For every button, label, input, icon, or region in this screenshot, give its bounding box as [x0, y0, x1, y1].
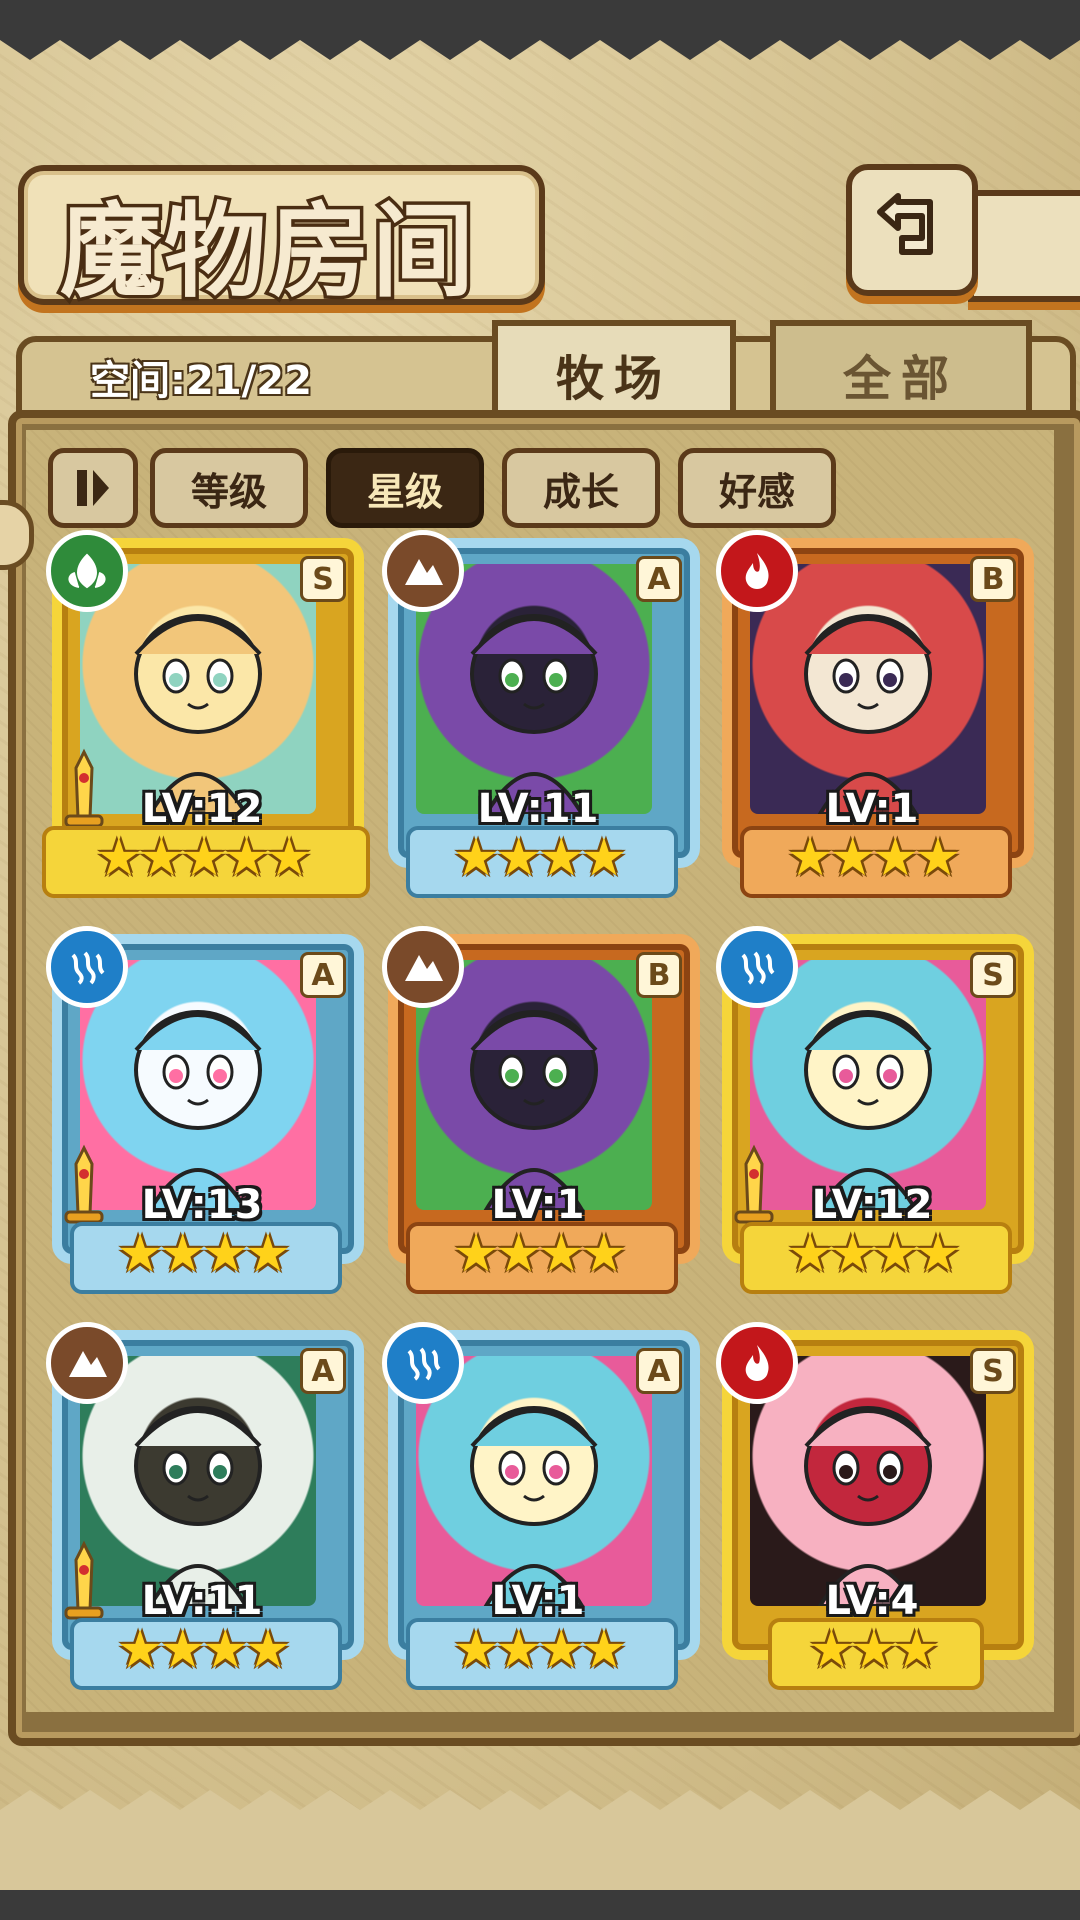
- rank-badge: A: [300, 1348, 346, 1394]
- star-rating: ★★★★: [116, 1224, 291, 1284]
- tab-all[interactable]: 全部: [770, 320, 1032, 422]
- rank-badge: A: [636, 1348, 682, 1394]
- monster-level: LV:4: [825, 1578, 919, 1624]
- portrait-figure: [134, 614, 262, 814]
- tab-ranch[interactable]: 牧场: [492, 320, 736, 422]
- portrait-figure: [804, 1010, 932, 1210]
- portrait-figure: [470, 1010, 598, 1210]
- rank-badge: S: [300, 556, 346, 602]
- back-button[interactable]: [846, 164, 978, 296]
- rank-badge: S: [970, 952, 1016, 998]
- page-title: 魔物房间: [57, 189, 478, 316]
- monster-card[interactable]: A LV:1 ★★★★: [382, 1322, 700, 1690]
- star-rating: ★★★★: [786, 828, 961, 888]
- nature-element-icon: [46, 530, 128, 612]
- monster-card[interactable]: B LV:1 ★★★★: [382, 926, 700, 1294]
- monster-portrait: [416, 960, 652, 1210]
- sort-growth-button[interactable]: 成长: [502, 448, 660, 528]
- storage-count: 空间:21/22: [90, 358, 312, 404]
- water-element-icon: [46, 926, 128, 1008]
- monster-card[interactable]: S LV:12 ★★★★★: [42, 530, 370, 898]
- monster-level: LV:11: [477, 786, 599, 832]
- monster-portrait: [80, 564, 316, 814]
- portrait-figure: [470, 1406, 598, 1606]
- back-arrow-icon: [877, 193, 933, 255]
- rank-badge: B: [970, 556, 1016, 602]
- monster-portrait: [750, 960, 986, 1210]
- portrait-figure: [804, 614, 932, 814]
- monster-portrait: [750, 564, 986, 814]
- sort-affection-button[interactable]: 好感: [678, 448, 836, 528]
- star-rating: ★★★★: [452, 1620, 627, 1680]
- monster-card[interactable]: A LV:13 ★★★★: [46, 926, 364, 1294]
- star-rating: ★★★★: [452, 828, 627, 888]
- sort-order-toggle[interactable]: [48, 448, 138, 528]
- monster-level: LV:1: [491, 1182, 585, 1228]
- portrait-figure: [134, 1010, 262, 1210]
- earth-element-icon: [382, 530, 464, 612]
- star-rating: ★★★: [808, 1620, 940, 1680]
- monster-card[interactable]: S LV:12 ★★★★: [716, 926, 1034, 1294]
- pause-toggle-icon: [77, 470, 109, 506]
- monster-card[interactable]: B LV:1 ★★★★: [716, 530, 1034, 898]
- star-rating: ★★★★: [452, 1224, 627, 1284]
- sort-star-button[interactable]: 星级: [326, 448, 484, 528]
- monster-portrait: [750, 1356, 986, 1606]
- monster-level: LV:1: [491, 1578, 585, 1624]
- bottom-zigzag-border: [0, 1790, 1080, 1920]
- monster-portrait: [416, 1356, 652, 1606]
- portrait-figure: [134, 1406, 262, 1606]
- portrait-figure: [804, 1406, 932, 1606]
- star-rating: ★★★★: [786, 1224, 961, 1284]
- monster-card[interactable]: A LV:11 ★★★★: [46, 1322, 364, 1690]
- water-element-icon: [382, 1322, 464, 1404]
- rank-badge: B: [636, 952, 682, 998]
- portrait-figure: [470, 614, 598, 814]
- rank-badge: A: [300, 952, 346, 998]
- monster-card[interactable]: A LV:11 ★★★★: [382, 530, 700, 898]
- top-zigzag-border: [0, 0, 1080, 60]
- monster-portrait: [80, 960, 316, 1210]
- monster-portrait: [416, 564, 652, 814]
- monster-level: LV:12: [141, 786, 263, 832]
- back-button-rail: [968, 190, 1080, 302]
- monster-card[interactable]: S LV:4 ★★★: [716, 1322, 1034, 1690]
- rank-badge: A: [636, 556, 682, 602]
- earth-element-icon: [46, 1322, 128, 1404]
- monster-level: LV:11: [141, 1578, 263, 1624]
- star-rating: ★★★★★: [95, 828, 312, 888]
- fire-element-icon: [716, 530, 798, 612]
- monster-level: LV:12: [811, 1182, 933, 1228]
- star-rating: ★★★★: [116, 1620, 291, 1680]
- water-element-icon: [716, 926, 798, 1008]
- sort-level-button[interactable]: 等级: [150, 448, 308, 528]
- monster-portrait: [80, 1356, 316, 1606]
- monster-level: LV:1: [825, 786, 919, 832]
- rank-badge: S: [970, 1348, 1016, 1394]
- fire-element-icon: [716, 1322, 798, 1404]
- earth-element-icon: [382, 926, 464, 1008]
- monster-level: LV:13: [141, 1182, 263, 1228]
